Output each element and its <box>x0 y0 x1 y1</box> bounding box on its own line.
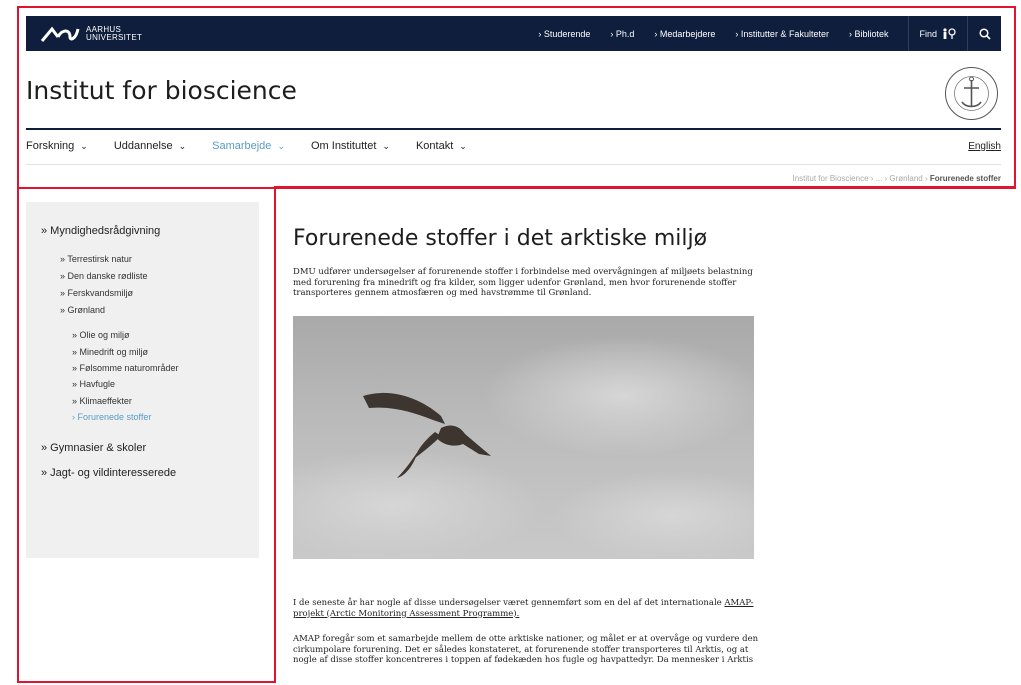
amap-paragraph-text: I de seneste år har nogle af disse under… <box>293 598 722 608</box>
highlight-box-content-top <box>274 186 1016 188</box>
amap-description-paragraph: AMAP foregår som et samarbejde mellem de… <box>293 634 759 665</box>
pelican-photo-image <box>293 316 754 559</box>
pelican-photo <box>293 316 754 559</box>
highlight-box-sidebar <box>17 186 276 683</box>
intro-paragraph: DMU udfører undersøgelser af forurenende… <box>293 267 753 298</box>
page-heading: Forurenede stoffer i det arktiske miljø <box>293 226 708 251</box>
highlight-box-content-left <box>274 186 276 683</box>
amap-paragraph: I de seneste år har nogle af disse under… <box>293 598 759 619</box>
highlight-box-header <box>17 6 1016 189</box>
